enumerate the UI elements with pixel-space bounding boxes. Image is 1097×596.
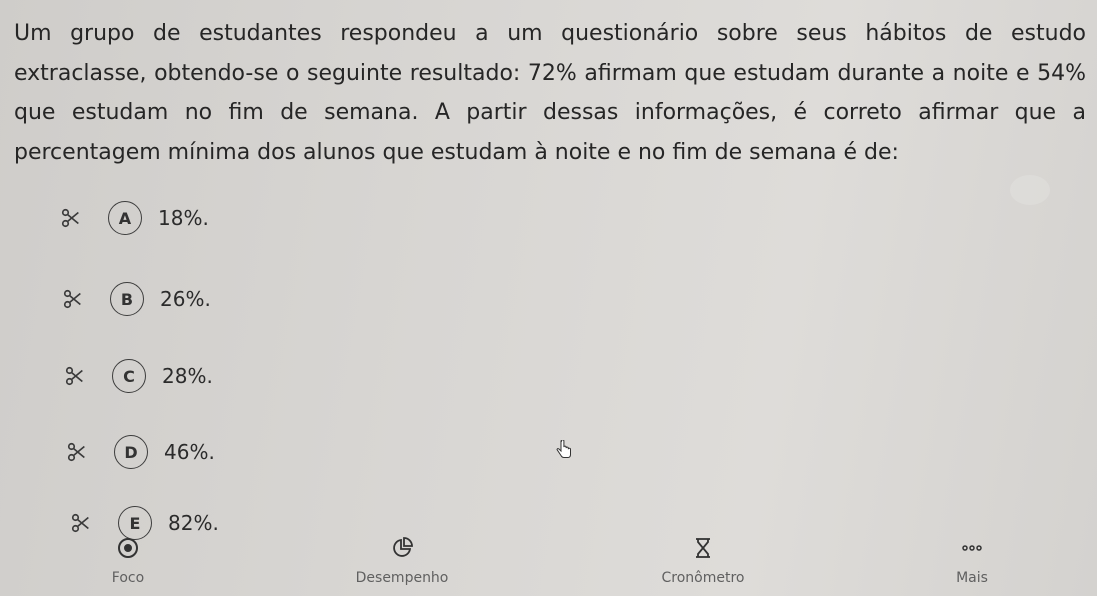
target-icon <box>116 536 140 560</box>
nav-focus[interactable]: Foco <box>98 528 158 596</box>
question-text: Um grupo de estudantes respondeu a um qu… <box>14 21 1086 165</box>
option-letter-b: B <box>110 282 144 316</box>
nav-timer-label: Cronômetro <box>661 570 745 586</box>
scissors-icon[interactable] <box>58 205 84 231</box>
option-letter-a: A <box>108 201 142 235</box>
option-b[interactable]: B 26%. <box>60 282 211 316</box>
nav-performance[interactable]: Desempenho <box>342 528 462 596</box>
nav-focus-label: Foco <box>111 570 145 586</box>
scissors-icon[interactable] <box>64 439 90 465</box>
option-a[interactable]: A 18%. <box>58 201 209 235</box>
option-c[interactable]: C 28%. <box>62 359 213 393</box>
option-letter-d: D <box>114 435 148 469</box>
scissors-icon[interactable] <box>62 363 88 389</box>
ellipsis-icon <box>960 536 984 560</box>
nav-more[interactable]: Mais <box>942 528 1002 596</box>
nav-more-label: Mais <box>956 570 988 586</box>
option-letter-c: C <box>112 359 146 393</box>
nav-performance-label: Desempenho <box>355 570 449 586</box>
option-d[interactable]: D 46%. <box>64 435 215 469</box>
option-text-a: 18%. <box>158 206 209 230</box>
screen-glare <box>1010 175 1050 205</box>
option-text-b: 26%. <box>160 287 211 311</box>
bottom-navigation: Foco Desempenho Cronômetro Mais <box>0 528 1097 596</box>
option-text-c: 28%. <box>162 364 213 388</box>
scissors-icon[interactable] <box>60 286 86 312</box>
nav-timer[interactable]: Cronômetro <box>643 528 763 596</box>
hand-cursor-icon <box>556 440 571 458</box>
pie-chart-icon <box>390 536 414 560</box>
option-text-d: 46%. <box>164 440 215 464</box>
hourglass-icon <box>691 536 715 560</box>
